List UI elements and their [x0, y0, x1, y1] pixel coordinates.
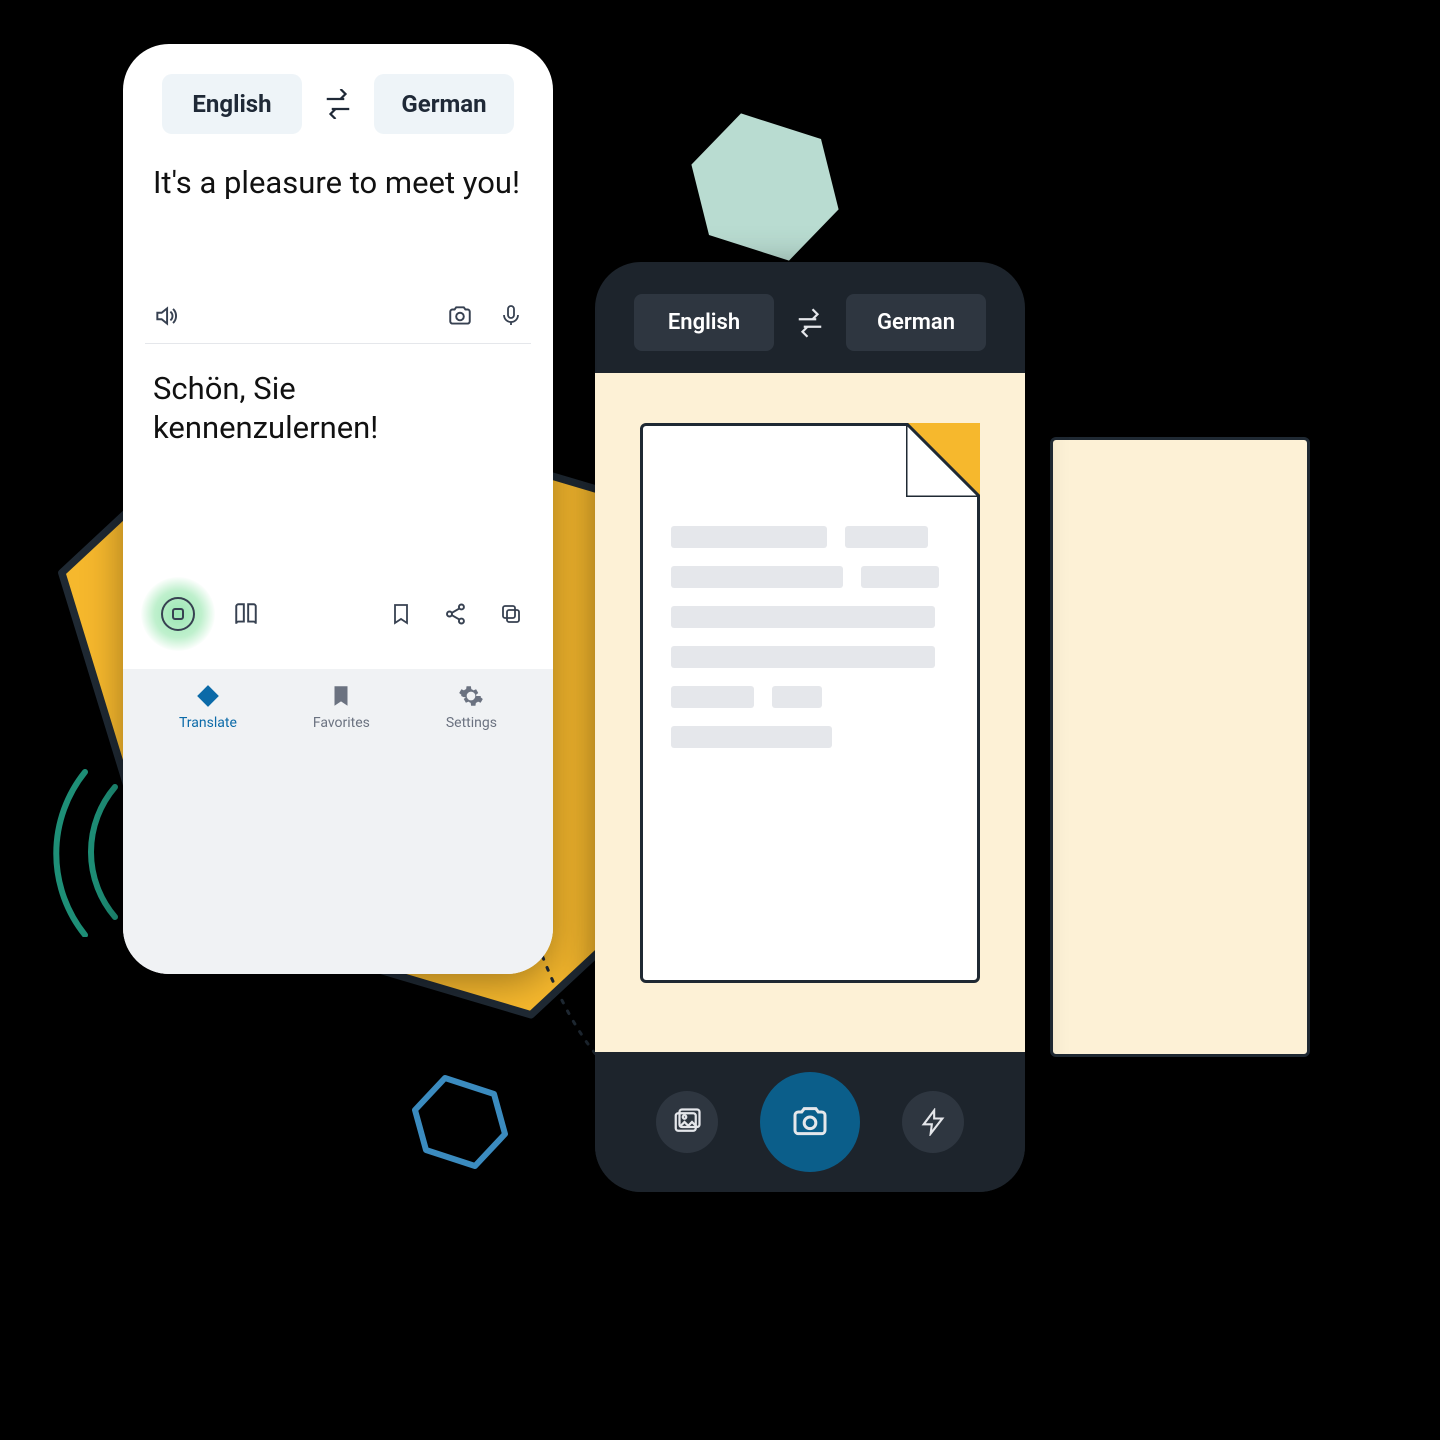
- voice-input-button[interactable]: [499, 304, 523, 328]
- camera-toolbar: [595, 1052, 1025, 1192]
- camera-input-button[interactable]: [447, 303, 473, 329]
- gallery-icon: [672, 1107, 702, 1137]
- favorites-tab-icon: [328, 683, 354, 709]
- book-icon: [233, 601, 259, 627]
- tab-label: Translate: [179, 715, 237, 731]
- speaker-icon: [153, 303, 179, 329]
- bookmark-button[interactable]: [389, 602, 413, 626]
- source-text-panel: It's a pleasure to meet you!: [123, 152, 553, 203]
- target-language-selector[interactable]: German: [374, 74, 514, 134]
- source-text-input[interactable]: It's a pleasure to meet you!: [153, 164, 523, 203]
- flash-icon: [919, 1108, 947, 1136]
- swap-icon: [795, 308, 825, 338]
- gallery-button[interactable]: [656, 1091, 718, 1153]
- scanned-document: [640, 423, 980, 983]
- tab-label: Favorites: [313, 715, 370, 731]
- tab-favorites[interactable]: Favorites: [313, 683, 370, 731]
- tab-translate[interactable]: Translate: [179, 683, 237, 731]
- microphone-icon: [499, 304, 523, 328]
- copy-icon: [499, 602, 523, 626]
- swap-languages-button[interactable]: [316, 82, 360, 126]
- bottom-tab-bar: Translate Favorites Settings: [123, 669, 553, 974]
- source-language-selector[interactable]: English: [162, 74, 302, 134]
- bookmark-icon: [389, 602, 413, 626]
- flash-button[interactable]: [902, 1091, 964, 1153]
- camera-shutter-button[interactable]: [760, 1072, 860, 1172]
- camera-icon: [447, 303, 473, 329]
- stop-icon: [161, 597, 195, 631]
- swap-languages-button[interactable]: [788, 301, 832, 345]
- swap-icon: [323, 89, 353, 119]
- camera-viewport: [595, 373, 1025, 1052]
- settings-tab-icon: [458, 683, 484, 709]
- speak-target-button[interactable]: [141, 577, 215, 651]
- page-fold-icon: [906, 423, 980, 497]
- translate-tab-icon: [195, 683, 221, 709]
- source-language-selector[interactable]: English: [634, 294, 774, 351]
- hexagon-teal-decoration: [685, 107, 845, 267]
- phone-text-translate: English German It's a pleasure to meet y…: [123, 44, 553, 974]
- tab-label: Settings: [446, 715, 497, 731]
- phone-camera-translate: English German: [595, 262, 1025, 1192]
- share-button[interactable]: [443, 601, 469, 627]
- share-icon: [443, 601, 469, 627]
- language-selector-row: English German: [595, 262, 1025, 373]
- target-text-panel: Schön, Sie kennenzulernen!: [123, 344, 553, 448]
- speak-source-button[interactable]: [153, 303, 179, 329]
- target-language-selector[interactable]: German: [846, 294, 986, 351]
- hexagon-blue-decoration: [410, 1072, 510, 1172]
- dictionary-button[interactable]: [233, 601, 259, 627]
- source-toolbar: [123, 303, 553, 329]
- target-text-output: Schön, Sie kennenzulernen!: [153, 370, 523, 448]
- document-text-placeholder: [671, 526, 949, 748]
- copy-button[interactable]: [499, 602, 523, 626]
- background-paper-decoration: [1050, 437, 1310, 1057]
- camera-icon: [790, 1102, 830, 1142]
- language-selector-row: English German: [123, 44, 553, 152]
- tab-settings[interactable]: Settings: [446, 683, 497, 731]
- target-toolbar: [123, 577, 553, 651]
